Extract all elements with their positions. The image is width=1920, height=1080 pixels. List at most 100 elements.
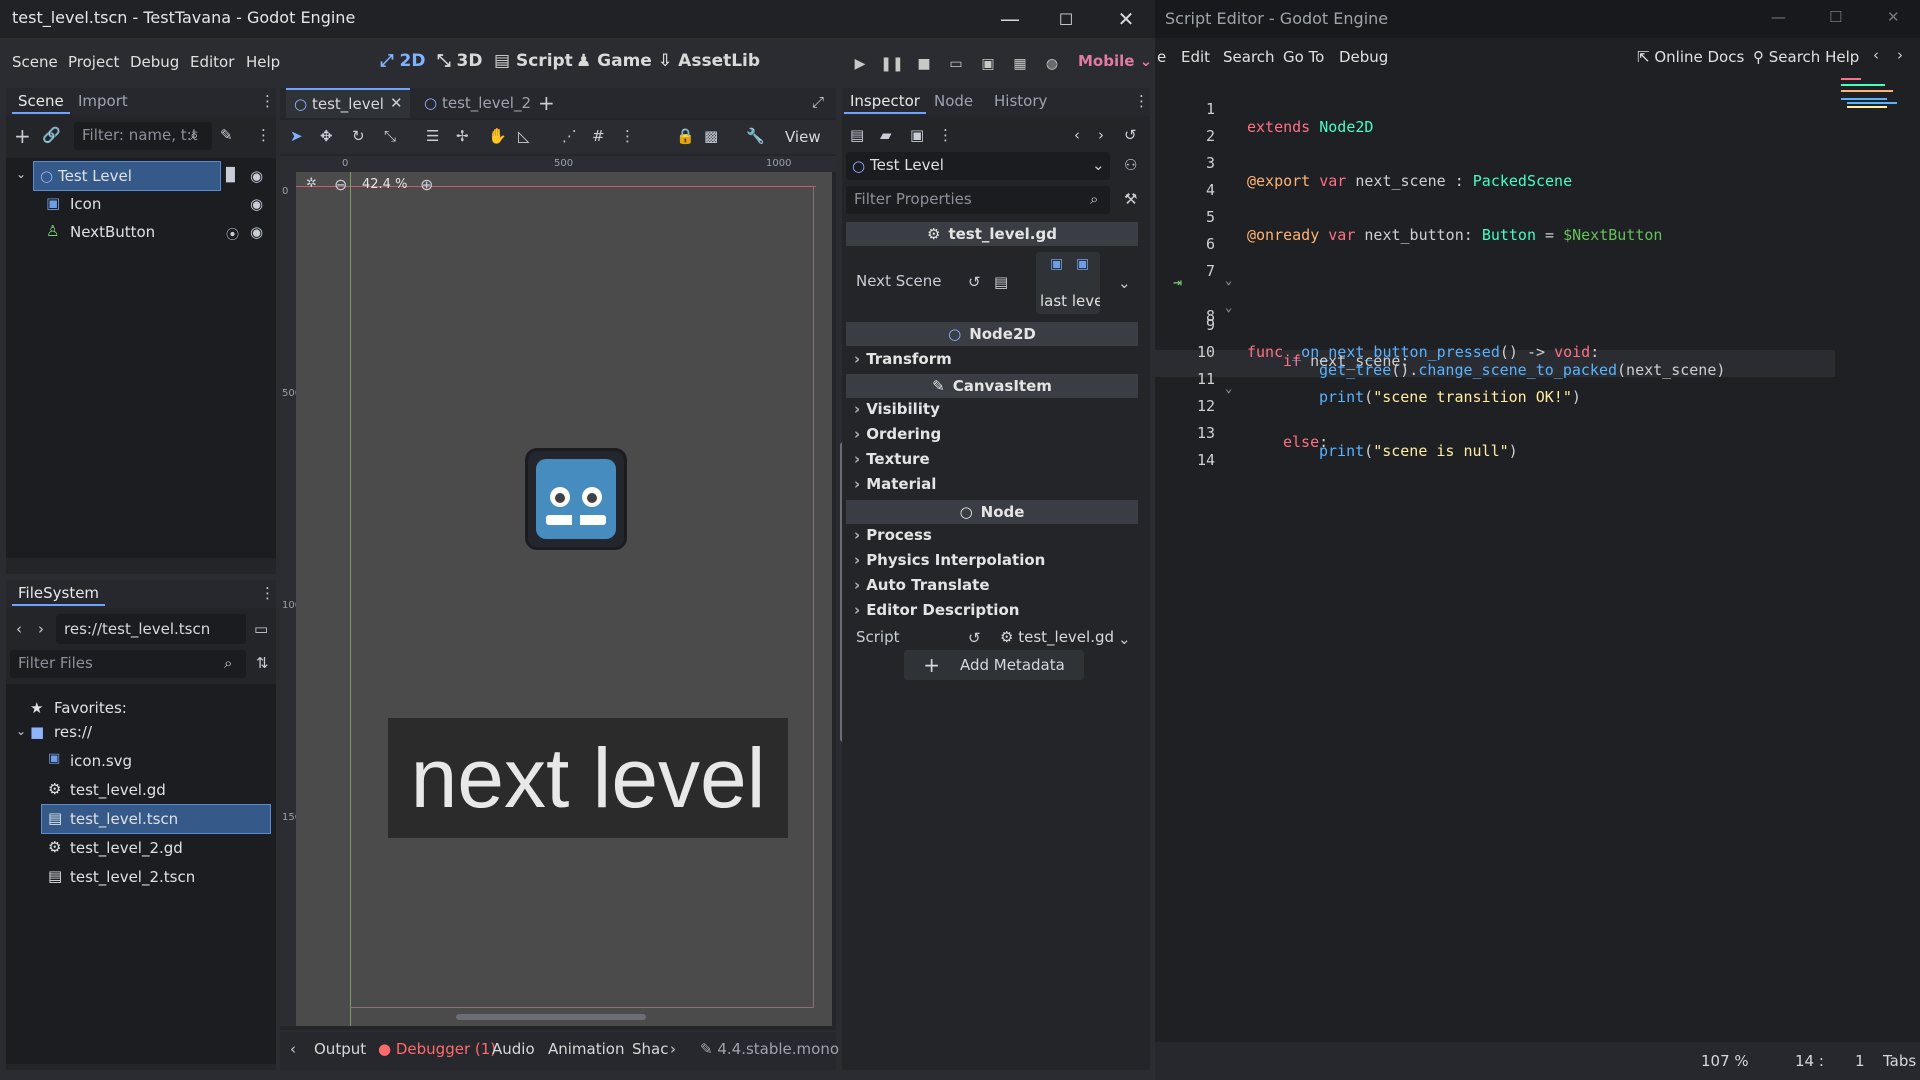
center-view-icon[interactable]: ✲ (306, 176, 317, 191)
workspace-2d[interactable]: ⤢ 2D (380, 51, 425, 71)
fold-arrow-icon[interactable]: ⌄ (1225, 300, 1232, 314)
group-auto-translate[interactable]: Auto Translate (854, 576, 989, 594)
online-docs-link[interactable]: ⇱ Online Docs (1637, 48, 1744, 66)
menu-debug[interactable]: Debug (1339, 48, 1388, 66)
add-node-icon[interactable]: + (14, 124, 31, 148)
sort-icon[interactable]: ⇅ (256, 654, 269, 672)
file-row[interactable]: ▣ icon.svg (42, 747, 270, 775)
smart-snap-icon[interactable]: ⋰ (562, 127, 577, 145)
viewport-canvas[interactable]: ✲ ⊖ 42.4 % ⊕ next level (296, 172, 846, 1026)
dock-menu-icon[interactable]: ⋮ (260, 584, 275, 602)
editor-zoom[interactable]: 107 % (1701, 1052, 1749, 1070)
select-mode-icon[interactable]: ➤ (290, 127, 303, 145)
res-folder-row[interactable]: ■ res:// (26, 718, 266, 746)
collapse-arrow-icon[interactable]: ⌄ (16, 724, 26, 738)
code-minimap[interactable] (1837, 76, 1917, 116)
view-menu[interactable]: View (785, 128, 821, 146)
more-icon[interactable]: ⋮ (256, 126, 271, 144)
next-scene-resource[interactable]: ▣ ▣ last leve (1036, 252, 1100, 314)
tab-import[interactable]: Import (78, 92, 128, 110)
file-row[interactable]: ▤ test_level_2.tscn (42, 863, 270, 891)
inspector-options-icon[interactable]: ⚒ (1124, 190, 1137, 208)
code-editor[interactable]: 1 extends Node2D 2 3 @export var next_sc… (1155, 82, 1835, 469)
search-help-link[interactable]: ⚲ Search Help (1753, 48, 1859, 66)
packed-scene-icon[interactable]: ▤ (994, 273, 1008, 291)
visibility-eye-icon[interactable]: ◉ (250, 223, 263, 241)
tab-inspector[interactable]: Inspector (844, 92, 926, 114)
more-icon[interactable]: ⋮ (938, 126, 953, 144)
collapse-arrow-icon[interactable]: ⌄ (16, 167, 26, 181)
prev-script-icon[interactable]: ‹ (1873, 46, 1879, 64)
distraction-free-icon[interactable]: ⤢ (812, 93, 824, 111)
forward-icon[interactable]: › (38, 620, 44, 638)
minimize-icon[interactable]: — (982, 0, 1038, 38)
menu-go-to[interactable]: Go To (1283, 48, 1324, 66)
lock-icon[interactable]: 🔒 (676, 127, 695, 145)
history-back-icon[interactable]: ‹ (1074, 126, 1080, 144)
chevron-down-icon[interactable]: ⌄ (1092, 156, 1105, 174)
rotate-mode-icon[interactable]: ↻ (352, 127, 365, 145)
chevron-down-icon[interactable]: ⌄ (1118, 274, 1131, 292)
snap-options-icon[interactable]: ⋮ (620, 127, 635, 145)
menu-editor[interactable]: Editor (190, 53, 234, 71)
play-scene-icon[interactable]: ▣ (976, 52, 1000, 76)
tree-node-nextbutton[interactable]: ♙ NextButton (34, 218, 220, 246)
close-icon[interactable]: ✕ (1098, 0, 1154, 38)
signal-icon[interactable]: ⦿ (226, 224, 239, 243)
zoom-out-icon[interactable]: ⊖ (334, 175, 347, 194)
menu-debug[interactable]: Debug (130, 53, 179, 71)
menu-file[interactable]: e (1157, 48, 1166, 66)
stop-icon[interactable]: ■ (912, 52, 936, 76)
menu-scene[interactable]: Scene (12, 53, 58, 71)
group-texture[interactable]: Texture (854, 450, 930, 468)
path-field[interactable]: res://test_level.tscn (56, 614, 246, 644)
tab-output[interactable]: Output (314, 1040, 366, 1058)
menu-project[interactable]: Project (68, 53, 119, 71)
tab-audio[interactable]: Audio (492, 1040, 535, 1058)
scroll-left-icon[interactable]: ‹ (290, 1040, 296, 1058)
scene-tab-test-level[interactable]: ○ test_level ✕ (286, 88, 410, 118)
zoom-in-icon[interactable]: ⊕ (420, 175, 433, 194)
list-select-icon[interactable]: ☰ (426, 127, 439, 145)
close-tab-icon[interactable]: ✕ (390, 94, 403, 112)
scene-tab-test-level-2[interactable]: ○ test_level_2 (416, 88, 540, 118)
close-icon[interactable]: ✕ (1887, 8, 1900, 26)
signal-connection-icon[interactable]: ⇥ (1173, 273, 1182, 291)
dock-menu-icon[interactable]: ⋮ (1134, 92, 1149, 110)
pivot-icon[interactable]: ✢ (456, 127, 469, 145)
tab-debugger[interactable]: ● Debugger (1) (378, 1040, 496, 1058)
file-row-selected[interactable]: ▤ test_level.tscn (41, 804, 271, 834)
tree-node-test-level[interactable]: ○ Test Level (33, 161, 221, 191)
menu-help[interactable]: Help (246, 53, 280, 71)
menu-edit[interactable]: Edit (1181, 48, 1210, 66)
file-filter-input[interactable]: Filter Files (10, 650, 246, 678)
play-custom-scene-icon[interactable]: ▦ (1008, 52, 1032, 76)
tab-scene[interactable]: Scene (12, 92, 70, 114)
group-material[interactable]: Material (854, 475, 936, 493)
skeleton-icon[interactable]: 🔧 (746, 127, 765, 145)
script-property-value[interactable]: ⚙ test_level.gd (1000, 628, 1114, 646)
play-icon[interactable]: ▶ (848, 52, 872, 76)
save-resource-icon[interactable]: ▣ (910, 126, 924, 144)
maximize-icon[interactable]: ☐ (1829, 8, 1842, 26)
tab-node[interactable]: Node (934, 92, 973, 110)
workspace-game[interactable]: ♟ Game (576, 51, 652, 71)
canvasitem-section-header[interactable]: ✎ CanvasItem (846, 374, 1138, 398)
tab-history[interactable]: History (994, 92, 1047, 110)
group-visibility[interactable]: Visibility (854, 400, 940, 418)
load-resource-icon[interactable]: ▰ (880, 126, 892, 144)
menu-search[interactable]: Search (1223, 48, 1275, 66)
grid-snap-icon[interactable]: # (592, 127, 605, 145)
remote-debug-icon[interactable]: ▭ (944, 52, 968, 76)
history-forward-icon[interactable]: › (1098, 126, 1104, 144)
pause-icon[interactable]: ❚❚ (880, 52, 904, 76)
fold-arrow-icon[interactable]: ⌄ (1225, 381, 1232, 395)
revert-icon[interactable]: ↺ (968, 629, 981, 647)
maximize-icon[interactable]: ☐ (1038, 0, 1094, 38)
group-ordering[interactable]: Ordering (854, 425, 941, 443)
visibility-eye-icon[interactable]: ◉ (250, 167, 263, 185)
tree-node-icon[interactable]: ▣ Icon (34, 190, 220, 218)
node-section-header[interactable]: ○ Node (846, 500, 1138, 524)
workspace-3d[interactable]: ⤡ 3D (437, 51, 482, 71)
revert-icon[interactable]: ↺ (968, 273, 981, 291)
